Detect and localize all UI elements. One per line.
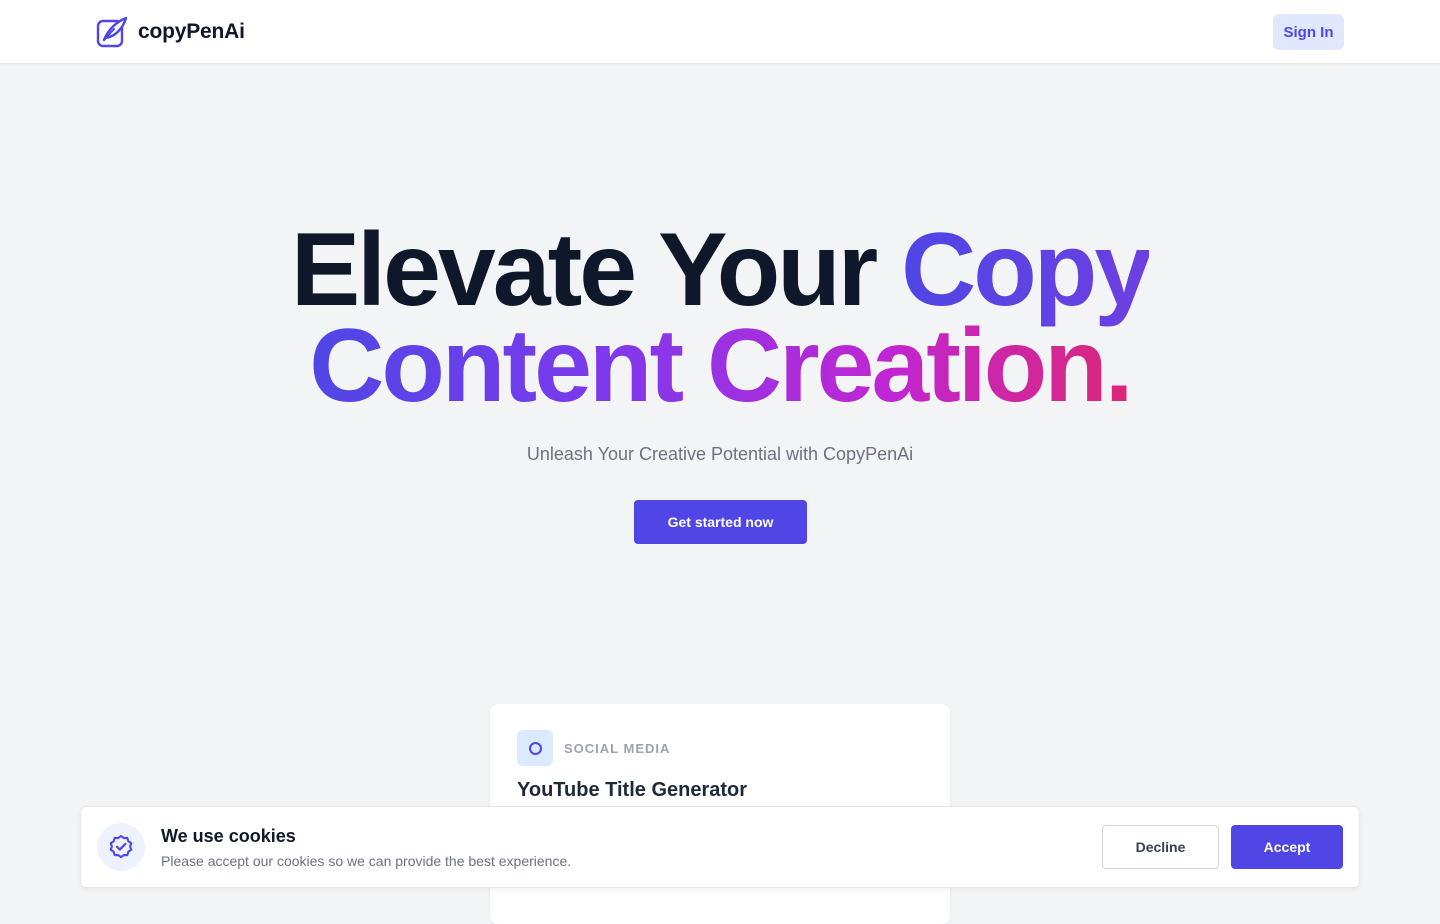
cookie-text: Please accept our cookies so we can prov…	[161, 853, 572, 869]
decline-button[interactable]: Decline	[1102, 825, 1219, 869]
card-category: SOCIAL MEDIA	[564, 741, 671, 756]
hero-title-line-2: Content Creation.	[309, 308, 1133, 424]
accept-button[interactable]: Accept	[1231, 825, 1343, 869]
sign-in-button[interactable]: Sign In	[1273, 14, 1344, 50]
cookie-title: We use cookies	[161, 826, 296, 846]
card-title[interactable]: YouTube Title Generator	[517, 779, 747, 802]
top-nav: copyPenAi Sign In	[0, 0, 1440, 64]
get-started-button[interactable]: Get started now	[634, 500, 807, 544]
badge-check-icon	[97, 823, 145, 871]
hero-title: Elevate Your Copy Content Creation.	[0, 218, 1440, 418]
feather-pen-icon	[96, 16, 128, 48]
brand-logo[interactable]: copyPenAi	[96, 16, 245, 48]
hero-subtitle: Unleash Your Creative Potential with Cop…	[526, 444, 914, 464]
cookie-banner: We use cookies Please accept our cookies…	[80, 806, 1360, 888]
brand-name: copyPenAi	[138, 20, 245, 43]
circle-icon	[517, 730, 553, 766]
